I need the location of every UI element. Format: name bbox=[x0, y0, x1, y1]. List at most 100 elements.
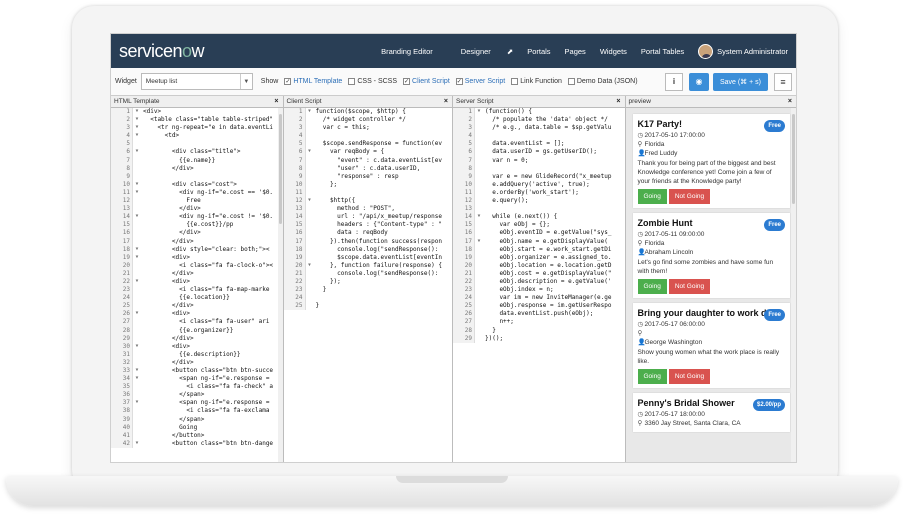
scrollbar-thumb[interactable] bbox=[792, 114, 795, 204]
event-location: ⚲ Florida bbox=[637, 240, 665, 247]
info-button[interactable]: i bbox=[664, 72, 683, 91]
cost-badge: Free bbox=[764, 120, 785, 132]
toggle-html-template[interactable]: ✓ HTML Template bbox=[284, 78, 342, 85]
checkbox[interactable] bbox=[348, 78, 356, 85]
server-code-editor[interactable]: 1 2 3 4 5 6 7 8 9 10 11 12 13 14 15 16 1… bbox=[453, 108, 625, 343]
close-icon[interactable]: × bbox=[788, 96, 792, 108]
map-marker-icon: ⚲ bbox=[637, 141, 643, 148]
line-numbers: 1 2 3 4 5 6 7 8 9 10 11 12 13 14 15 16 1… bbox=[283, 108, 306, 311]
map-marker-icon: ⚲ bbox=[637, 420, 643, 427]
event-title: Bring your daughter to work day bbox=[637, 308, 777, 318]
checkbox[interactable]: ✓ bbox=[284, 78, 292, 85]
show-label: Show bbox=[260, 78, 279, 85]
toggle-demo-data-json[interactable]: Demo Data (JSON) bbox=[567, 78, 638, 85]
event-card: Zombie Hunt Free ◷2017-05-11 09:00:00 ⚲ Flor… bbox=[632, 213, 790, 298]
event-organizer: 👤George Washington bbox=[637, 339, 703, 346]
clock-icon: ◷ bbox=[637, 231, 644, 238]
event-organizer: 👤Abraham Lincoln bbox=[637, 249, 694, 256]
pane-header: HTML Template × bbox=[111, 96, 283, 108]
line-numbers: 1 2 3 4 5 6 7 8 9 10 11 12 13 14 15 16 1… bbox=[453, 108, 475, 343]
nav-branding-editor[interactable]: Branding Editor bbox=[381, 47, 433, 56]
fold-gutter: ▼ ▼ ▼ ▼ ▼ ▼ ▼ ▼ ▼ ▼ ▼ ▼ ▼ ▼ ▼ ▼ ▼ bbox=[135, 109, 139, 446]
scrollbar-thumb[interactable] bbox=[278, 114, 282, 224]
pane-header: Server Script × bbox=[453, 96, 625, 108]
nav-portals[interactable]: Portals bbox=[527, 47, 550, 56]
client-script-pane: Client Script × 1 2 3 4 5 6 7 8 9 10 11 1… bbox=[283, 96, 453, 462]
nav-widgets[interactable]: Widgets bbox=[600, 47, 627, 56]
event-organizer: 👤Fred Luddy bbox=[637, 150, 678, 157]
toggle-link-function[interactable]: Link Function bbox=[511, 78, 562, 85]
event-description: Show young women what the work place is … bbox=[637, 349, 780, 365]
toggle-client-script[interactable]: ✓ Client Script bbox=[403, 78, 450, 85]
cost-badge: Free bbox=[764, 309, 785, 321]
map-marker-icon: ⚲ bbox=[637, 240, 643, 247]
pane-header: preview × bbox=[625, 96, 796, 108]
not-going-button[interactable]: Not Going bbox=[668, 369, 711, 384]
checkbox[interactable]: ✓ bbox=[403, 78, 411, 85]
html-template-pane: HTML Template × 1 2 3 4 5 6 7 8 9 10 11 1… bbox=[111, 96, 284, 462]
nav-pages[interactable]: Pages bbox=[565, 47, 586, 56]
widget-label: Widget bbox=[115, 78, 137, 85]
user-icon: 👤 bbox=[637, 249, 646, 256]
clock-icon: ◷ bbox=[637, 411, 644, 418]
toggle-css-scss[interactable]: CSS - SCSS bbox=[348, 78, 397, 85]
close-icon[interactable]: × bbox=[444, 96, 448, 108]
editor-toolbar: Widget Meetup list ▼ Show ✓ HTML Template… bbox=[111, 68, 796, 96]
event-start: ◷2017-05-17 06:00:00 bbox=[637, 321, 705, 328]
going-button[interactable]: Going bbox=[637, 279, 667, 294]
pane-toggles: ✓ HTML Template CSS - SCSS ✓ Client Script ✓ S… bbox=[278, 78, 638, 85]
fold-gutter: ▼ ▼ ▼ bbox=[477, 109, 481, 244]
close-icon[interactable]: × bbox=[616, 96, 620, 108]
event-location: ⚲ bbox=[638, 329, 786, 338]
event-description: Let's go find some zombies and have some… bbox=[637, 259, 774, 275]
user-avatar[interactable] bbox=[698, 43, 714, 59]
save-button[interactable]: Save (⌘ + s) bbox=[712, 72, 768, 91]
nav-portal-tables[interactable]: Portal Tables bbox=[641, 47, 684, 56]
checkbox[interactable] bbox=[511, 78, 519, 85]
preview-pane: preview × K17 Party! Free ◷2017-05-10 17:00… bbox=[625, 96, 797, 462]
external-link-icon: ⬈ bbox=[506, 46, 514, 56]
top-navbar: servicenow Branding Editor Designer ⬈ Po… bbox=[111, 34, 796, 68]
going-button[interactable]: Going bbox=[637, 189, 667, 204]
preview-toggle-button[interactable]: ◉ bbox=[688, 72, 709, 91]
nav-menu: Branding Editor Designer ⬈ Portals Pages… bbox=[367, 43, 788, 59]
nav-designer[interactable]: Designer ⬈ bbox=[447, 47, 513, 56]
laptop-notch bbox=[396, 476, 508, 483]
cost-badge: Free bbox=[764, 219, 785, 231]
pane-header: Client Script × bbox=[283, 96, 452, 108]
event-description: Thank you for being part of the biggest … bbox=[637, 160, 776, 185]
event-location: ⚲ Florida bbox=[637, 141, 665, 148]
chevron-down-icon: ▼ bbox=[239, 74, 252, 89]
vertical-scrollbar[interactable] bbox=[791, 108, 796, 462]
code-text[interactable]: function($scope, $http) { /* widget cont… bbox=[314, 108, 442, 310]
user-name[interactable]: System Administrator bbox=[717, 47, 788, 56]
user-icon: 👤 bbox=[637, 150, 646, 157]
code-text[interactable]: (function() { /* populate the 'data' obj… bbox=[483, 108, 611, 343]
code-text[interactable]: <div> <table class="table table-striped"… bbox=[141, 108, 273, 448]
html-code-editor[interactable]: 1 2 3 4 5 6 7 8 9 10 11 12 13 14 15 16 1… bbox=[111, 108, 283, 448]
preview-content: K17 Party! Free ◷2017-05-10 17:00:00 ⚲ Flori… bbox=[626, 108, 797, 462]
going-button[interactable]: Going bbox=[637, 369, 667, 384]
widget-select[interactable]: Meetup list ▼ bbox=[140, 73, 253, 90]
menu-button[interactable]: ≡ bbox=[774, 72, 792, 91]
event-location: ⚲ 3360 Jay Street, Santa Clara, CA bbox=[637, 420, 741, 427]
server-script-pane: Server Script × 1 2 3 4 5 6 7 8 9 10 11 1… bbox=[453, 96, 626, 462]
event-card: K17 Party! Free ◷2017-05-10 17:00:00 ⚲ Flori… bbox=[632, 114, 790, 208]
event-card: Bring your daughter to work day Free ◷2017… bbox=[632, 303, 790, 388]
hamburger-icon: ≡ bbox=[780, 76, 786, 87]
checkbox[interactable] bbox=[567, 78, 575, 85]
event-title: Zombie Hunt bbox=[637, 218, 693, 228]
close-icon[interactable]: × bbox=[274, 96, 278, 108]
clock-icon: ◷ bbox=[637, 321, 644, 328]
screen: servicenow Branding Editor Designer ⬈ Po… bbox=[110, 33, 797, 463]
servicenow-logo[interactable]: servicenow bbox=[119, 41, 205, 62]
client-code-editor[interactable]: 1 2 3 4 5 6 7 8 9 10 11 12 13 14 15 16 1… bbox=[283, 108, 453, 311]
event-start: ◷2017-05-17 18:00:00 bbox=[637, 411, 705, 418]
info-icon: i bbox=[672, 77, 676, 86]
toggle-server-script[interactable]: ✓ Server Script bbox=[455, 78, 505, 85]
not-going-button[interactable]: Not Going bbox=[668, 189, 711, 204]
vertical-scrollbar[interactable] bbox=[277, 108, 283, 462]
not-going-button[interactable]: Not Going bbox=[668, 279, 711, 294]
event-title: K17 Party! bbox=[637, 119, 683, 129]
checkbox[interactable]: ✓ bbox=[455, 78, 463, 85]
